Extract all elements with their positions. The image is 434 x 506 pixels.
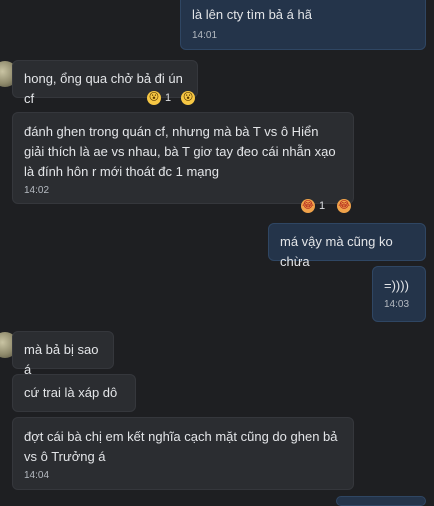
incoming-message[interactable]: cứ trai là xáp dô xyxy=(12,374,136,412)
chat-thread: là lên cty tìm bả á hã 14:01 hong, ổng q… xyxy=(0,0,434,506)
reaction-bar[interactable]: 😂 1 😂 xyxy=(301,199,352,213)
outgoing-message[interactable] xyxy=(336,496,426,506)
message-time: 14:04 xyxy=(24,470,50,481)
incoming-message[interactable]: mà bả bị sao á xyxy=(12,331,114,377)
message-text: cứ trai là xáp dô xyxy=(24,385,118,400)
message-time: 14:03 xyxy=(384,299,410,310)
message-text: đánh ghen trong quán cf, nhưng mà bà T v… xyxy=(24,124,340,179)
outgoing-message[interactable]: là lên cty tìm bả á hã 14:01 xyxy=(180,0,426,50)
incoming-message[interactable]: đánh ghen trong quán cf, nhưng mà bà T v… xyxy=(12,112,354,204)
message-time: 14:01 xyxy=(192,30,218,41)
message-text: =)))) xyxy=(384,278,409,293)
message-time: 14:02 xyxy=(24,185,50,196)
message-text: là lên cty tìm bả á hã xyxy=(192,7,312,22)
message-text: đợt cái bà chị em kết nghĩa cạch mặt cũn… xyxy=(24,429,342,464)
reaction-bar[interactable]: 😮 1 😮 xyxy=(147,91,196,105)
outgoing-message[interactable]: má vậy mà cũng ko chừa xyxy=(268,223,426,269)
outgoing-message[interactable]: =)))) 14:03 xyxy=(372,266,426,322)
surprised-face-icon[interactable]: 😮 xyxy=(147,91,161,105)
reaction-count: 1 xyxy=(319,200,326,212)
add-reaction-icon[interactable]: 😂 xyxy=(337,199,352,213)
incoming-message[interactable]: đợt cái bà chị em kết nghĩa cạch mặt cũn… xyxy=(12,417,354,490)
laughing-face-icon[interactable]: 😂 xyxy=(301,199,315,213)
reaction-count: 1 xyxy=(165,92,172,104)
add-reaction-icon[interactable]: 😮 xyxy=(181,91,196,105)
